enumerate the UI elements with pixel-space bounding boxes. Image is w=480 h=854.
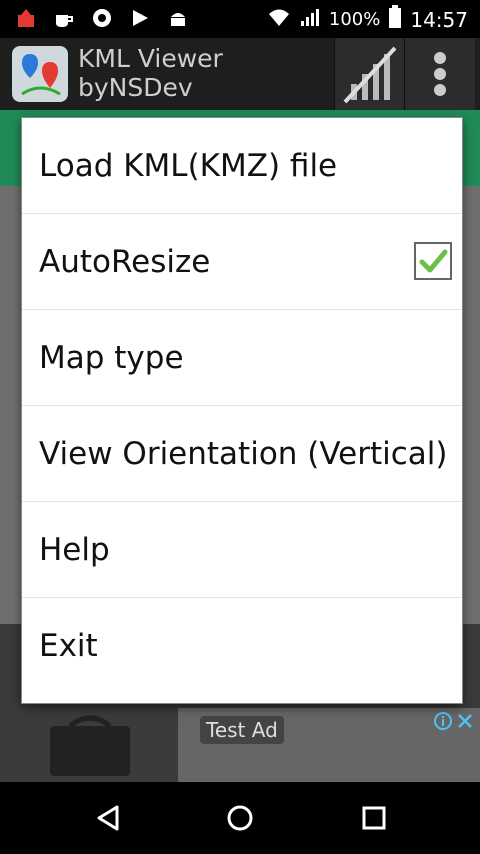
overflow-menu-button[interactable]: [404, 38, 475, 110]
menu-item-label: Help: [39, 531, 110, 568]
android-icon: [166, 6, 190, 30]
app-title: KML Viewer: [78, 44, 223, 73]
close-ad-icon[interactable]: [456, 712, 474, 734]
menu-item-load-kml[interactable]: Load KML(KMZ) file: [22, 118, 462, 214]
ad-image: [0, 708, 178, 782]
battery-icon: [388, 5, 402, 34]
app-logo-icon: [12, 46, 68, 102]
app-bar: KML Viewer byNSDev: [0, 38, 480, 110]
recents-icon[interactable]: [356, 800, 392, 836]
signal-chart-button[interactable]: [334, 38, 405, 110]
play-store-icon: [128, 6, 152, 30]
ad-badge: Test Ad: [200, 716, 284, 744]
menu-item-label: Exit: [39, 628, 98, 664]
navigation-bar: [0, 782, 480, 854]
ad-banner[interactable]: Test Ad: [0, 708, 480, 782]
menu-item-label: View Orientation (Vertical): [39, 435, 448, 472]
menu-item-view-orientation[interactable]: View Orientation (Vertical): [22, 406, 462, 502]
app-notification-icon: [14, 6, 38, 30]
menu-item-autoresize[interactable]: AutoResize: [22, 214, 462, 310]
menu-item-label: AutoResize: [39, 243, 211, 280]
menu-item-label: Load KML(KMZ) file: [39, 147, 338, 184]
menu-item-label: Map type: [39, 339, 184, 376]
info-icon[interactable]: [434, 712, 452, 734]
battery-percent: 100%: [328, 9, 381, 30]
home-icon[interactable]: [222, 800, 258, 836]
eye-icon: [90, 6, 114, 30]
menu-item-help[interactable]: Help: [22, 502, 462, 598]
options-menu: Load KML(KMZ) file AutoResize Map type V…: [22, 118, 462, 703]
signal-icon: [299, 7, 321, 32]
clock: 14:57: [410, 7, 468, 32]
wifi-icon: [267, 7, 291, 32]
menu-item-map-type[interactable]: Map type: [22, 310, 462, 406]
app-subtitle: byNSDev: [78, 73, 193, 102]
checkmark-icon: [419, 249, 448, 273]
overflow-menu-icon: [434, 52, 446, 96]
back-icon[interactable]: [90, 800, 126, 836]
coffee-icon: [52, 6, 76, 30]
autoresize-checkbox[interactable]: [414, 242, 452, 280]
signal-chart-icon: [343, 46, 397, 104]
menu-item-exit[interactable]: Exit: [22, 598, 462, 694]
status-bar: 100% 14:57: [0, 0, 480, 38]
